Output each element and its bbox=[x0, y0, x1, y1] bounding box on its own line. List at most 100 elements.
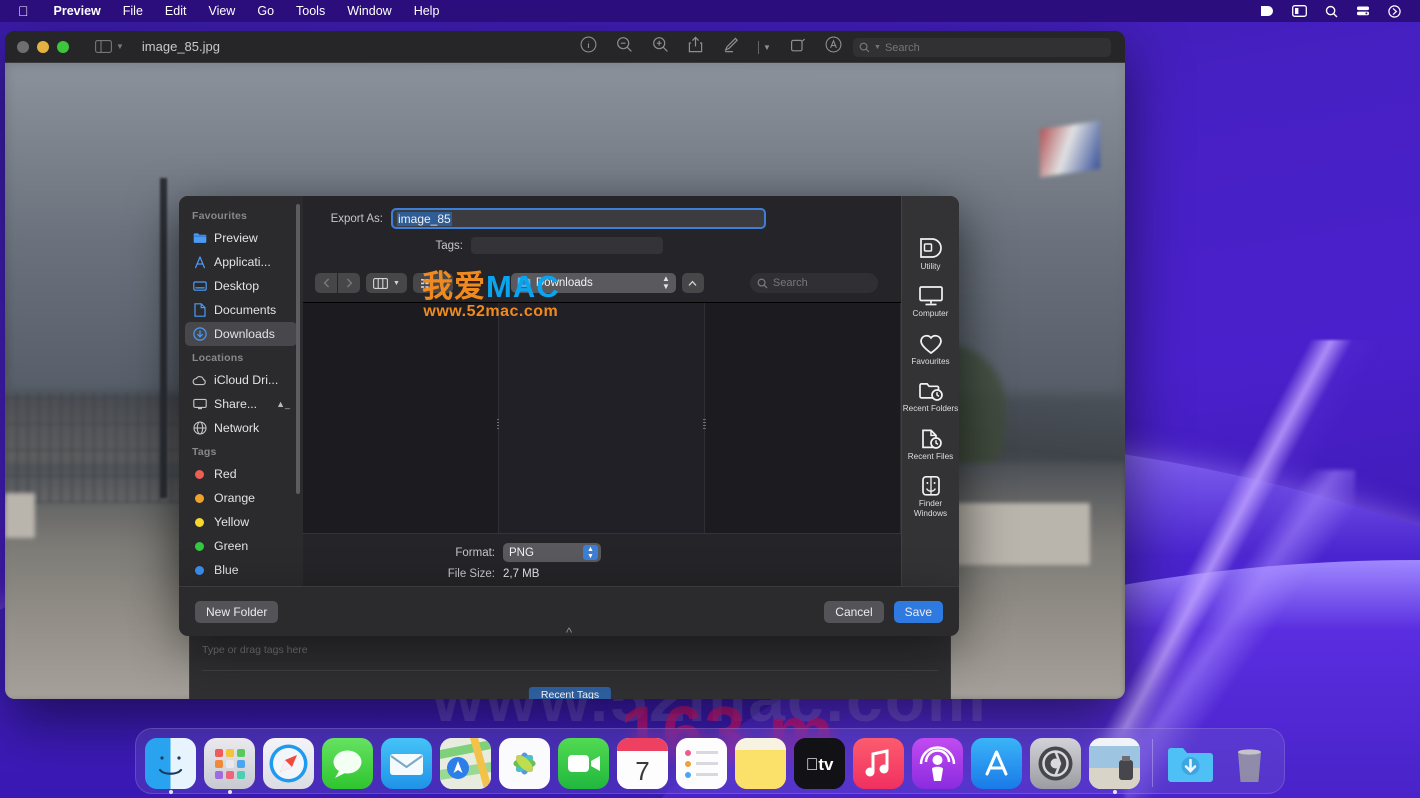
rail-item-recent-files[interactable]: Recent Files bbox=[903, 428, 959, 461]
eject-icon[interactable]: ▲_ bbox=[276, 399, 290, 409]
menu-item-tools[interactable]: Tools bbox=[285, 4, 336, 18]
annotate-icon[interactable] bbox=[825, 36, 842, 58]
rail-item-computer[interactable]: Computer bbox=[903, 285, 959, 318]
dock-item-apple-tv[interactable]: tv bbox=[794, 738, 845, 789]
markup-dropdown-icon[interactable]: ▼ bbox=[758, 40, 771, 54]
back-button[interactable] bbox=[315, 273, 337, 293]
sidebar-item-documents[interactable]: Documents bbox=[185, 298, 297, 322]
downloads-icon bbox=[192, 327, 207, 342]
path-label: Downloads bbox=[535, 277, 593, 289]
menu-item-window[interactable]: Window bbox=[336, 4, 402, 18]
apple-logo-icon[interactable]:  bbox=[18, 4, 29, 18]
sidebar-item-tag-red[interactable]: Red bbox=[185, 462, 297, 486]
sidebar-item-preview[interactable]: Preview bbox=[185, 226, 297, 250]
tag-dot-icon bbox=[192, 563, 207, 578]
sidebar-scrollbar[interactable] bbox=[296, 204, 300, 494]
file-column-1[interactable] bbox=[303, 303, 501, 533]
tags-label: Tags: bbox=[435, 239, 464, 252]
dock-item-messages[interactable] bbox=[322, 738, 373, 789]
sidebar-item-tag-green[interactable]: Green bbox=[185, 534, 297, 558]
file-column-3[interactable] bbox=[705, 303, 901, 533]
sidebar-item-shared[interactable]: Share... ▲_ bbox=[185, 392, 297, 416]
rail-item-finder-windows[interactable]: Finder Windows bbox=[903, 475, 959, 518]
utility-folder-icon bbox=[919, 238, 942, 258]
dock-item-podcasts[interactable] bbox=[912, 738, 963, 789]
sidebar-item-icloud-drive[interactable]: iCloud Dri... bbox=[185, 368, 297, 392]
menu-item-preview[interactable]: Preview bbox=[43, 4, 112, 18]
file-search-input[interactable]: Search bbox=[749, 273, 878, 293]
path-popup-button[interactable]: Downloads ▲ ▼ bbox=[510, 273, 676, 293]
dock-item-facetime[interactable] bbox=[558, 738, 609, 789]
dock-item-music[interactable] bbox=[853, 738, 904, 789]
cancel-button[interactable]: Cancel bbox=[824, 600, 884, 623]
battery-stack-icon[interactable] bbox=[1347, 5, 1379, 17]
export-as-input[interactable]: image_85 bbox=[391, 208, 766, 229]
dock-item-mail[interactable] bbox=[381, 738, 432, 789]
close-button[interactable] bbox=[17, 40, 29, 53]
minimize-button[interactable] bbox=[37, 40, 49, 53]
file-size-label: File Size: bbox=[447, 568, 495, 580]
dropbox-icon[interactable] bbox=[1251, 5, 1283, 17]
sidebar-item-label: iCloud Dri... bbox=[214, 373, 279, 387]
dock-item-app-store[interactable] bbox=[971, 738, 1022, 789]
tags-input[interactable] bbox=[471, 237, 663, 254]
dock-item-safari[interactable] bbox=[263, 738, 314, 789]
shared-display-icon bbox=[192, 397, 207, 412]
dock-item-photos[interactable] bbox=[499, 738, 550, 789]
chevron-down-icon: ▼ bbox=[438, 279, 446, 287]
preview-window: ▼ image_85.jpg ▼ ▼ Search Favourites Pre… bbox=[5, 31, 1125, 699]
menu-item-go[interactable]: Go bbox=[246, 4, 285, 18]
sidebar-item-tag-blue[interactable]: Blue bbox=[185, 558, 297, 582]
rotate-icon[interactable] bbox=[790, 37, 806, 58]
tags-row: Tags: bbox=[303, 237, 901, 254]
dock-item-calendar[interactable]: 7 bbox=[617, 738, 668, 789]
share-icon[interactable] bbox=[688, 36, 703, 58]
zoom-out-icon[interactable] bbox=[616, 36, 633, 58]
new-folder-button[interactable]: New Folder bbox=[195, 600, 279, 623]
dock-item-trash[interactable] bbox=[1224, 738, 1275, 789]
export-as-label: Export As: bbox=[330, 212, 383, 225]
sidebar-item-desktop[interactable]: Desktop bbox=[185, 274, 297, 298]
dock-item-launchpad[interactable] bbox=[204, 738, 255, 794]
sidebar-toggle-icon[interactable]: ▼ bbox=[95, 40, 124, 53]
zoom-button[interactable] bbox=[57, 40, 69, 53]
save-button[interactable]: Save bbox=[893, 600, 943, 623]
dock-item-downloads-folder[interactable] bbox=[1165, 738, 1216, 789]
control-center-icon[interactable] bbox=[1283, 5, 1316, 17]
sidebar-item-downloads[interactable]: Downloads bbox=[185, 322, 297, 346]
sidebar-item-network[interactable]: Network bbox=[185, 416, 297, 440]
dock-item-system-settings[interactable] bbox=[1030, 738, 1081, 789]
markup-icon[interactable] bbox=[722, 36, 739, 58]
dock-item-maps[interactable] bbox=[440, 738, 491, 789]
format-select[interactable]: PNG ▲ ▼ bbox=[503, 543, 601, 562]
dock-item-finder[interactable] bbox=[145, 738, 196, 794]
collapse-panel-icon[interactable]: ^ bbox=[566, 625, 572, 640]
sidebar-item-tag-orange[interactable]: Orange bbox=[185, 486, 297, 510]
menu-item-edit[interactable]: Edit bbox=[154, 4, 198, 18]
view-mode-button[interactable]: ▼ bbox=[366, 273, 407, 293]
parent-folder-button[interactable] bbox=[681, 273, 704, 293]
siri-icon[interactable] bbox=[1379, 4, 1410, 18]
dock-item-preview[interactable] bbox=[1089, 738, 1140, 794]
dock-item-reminders[interactable] bbox=[676, 738, 727, 789]
rail-item-utility[interactable]: Utility bbox=[903, 236, 959, 271]
preview-search-field[interactable]: ▼ Search bbox=[853, 38, 1111, 57]
sidebar-item-tag-yellow[interactable]: Yellow bbox=[185, 510, 297, 534]
search-icon[interactable] bbox=[1316, 5, 1347, 18]
menu-item-file[interactable]: File bbox=[112, 4, 154, 18]
file-column-view[interactable] bbox=[303, 302, 901, 533]
svg-text:7: 7 bbox=[635, 756, 649, 786]
forward-button[interactable] bbox=[338, 273, 360, 293]
sidebar-item-applications[interactable]: Applicati... bbox=[185, 250, 297, 274]
tag-dot-icon bbox=[192, 539, 207, 554]
zoom-in-icon[interactable] bbox=[652, 36, 669, 58]
shortcut-rail: Utility Computer Favourites Recent Folde… bbox=[901, 196, 959, 586]
rail-item-recent-folders[interactable]: Recent Folders bbox=[903, 380, 959, 413]
file-column-2[interactable] bbox=[499, 303, 706, 533]
group-by-button[interactable]: ▼ bbox=[412, 273, 453, 293]
info-icon[interactable] bbox=[580, 36, 597, 58]
rail-item-favourites[interactable]: Favourites bbox=[903, 333, 959, 366]
dock-item-notes[interactable] bbox=[735, 738, 786, 789]
menu-item-view[interactable]: View bbox=[197, 4, 246, 18]
menu-item-help[interactable]: Help bbox=[403, 4, 451, 18]
